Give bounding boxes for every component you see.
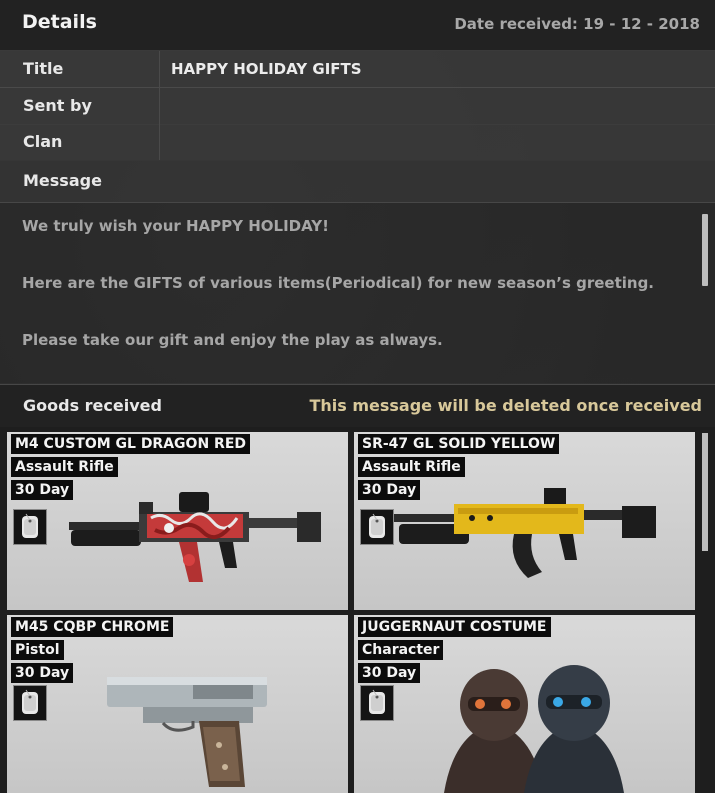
item-duration: 30 Day xyxy=(358,663,421,683)
sent-by-row: Sent by xyxy=(0,88,715,125)
title-row: Title HAPPY HOLIDAY GIFTS xyxy=(0,51,715,88)
title-value: HAPPY HOLIDAY GIFTS xyxy=(171,60,362,78)
message-label: Message xyxy=(23,171,102,190)
dog-tag-icon xyxy=(360,685,394,721)
message-line: Please take our gift and enjoy the play … xyxy=(22,331,443,349)
goods-item-card[interactable]: JUGGERNAUT COSTUME Character 30 Day xyxy=(354,615,695,793)
goods-scrollbar[interactable] xyxy=(702,433,708,551)
dog-tag-icon xyxy=(13,509,47,545)
item-name: M4 CUSTOM GL DRAGON RED xyxy=(11,434,250,454)
item-duration: 30 Day xyxy=(11,663,74,683)
date-received: Date received: 19 - 12 - 2018 xyxy=(454,15,700,33)
goods-label: Goods received xyxy=(23,396,162,415)
message-header: Message xyxy=(0,160,715,203)
item-category: Pistol xyxy=(11,640,64,660)
message-scrollbar[interactable] xyxy=(702,214,708,286)
clan-label: Clan xyxy=(0,124,160,160)
title-label: Title xyxy=(0,51,160,87)
item-name: SR-47 GL SOLID YELLOW xyxy=(358,434,560,454)
details-header: Details Date received: 19 - 12 - 2018 xyxy=(0,0,715,51)
assault-rifle-red-icon xyxy=(69,492,321,582)
mail-details-panel: Details Date received: 19 - 12 - 2018 Ti… xyxy=(0,0,715,793)
item-category: Character xyxy=(358,640,444,660)
item-name: M45 CQBP CHROME xyxy=(11,617,174,637)
goods-item-card[interactable]: M4 CUSTOM GL DRAGON RED Assault Rifle 30… xyxy=(7,432,348,610)
goods-header: Goods received This message will be dele… xyxy=(0,384,715,427)
clan-row: Clan xyxy=(0,124,715,161)
message-line: We truly wish your HAPPY HOLIDAY! xyxy=(22,217,330,235)
dog-tag-icon xyxy=(360,509,394,545)
message-body[interactable]: We truly wish your HAPPY HOLIDAY! Here a… xyxy=(0,203,715,383)
juggernaut-costume-icon xyxy=(444,665,624,793)
item-duration: 30 Day xyxy=(11,480,74,500)
pistol-chrome-icon xyxy=(107,677,267,787)
item-category: Assault Rifle xyxy=(358,457,465,477)
message-line: Here are the GIFTS of various items(Peri… xyxy=(22,274,654,292)
details-title: Details xyxy=(22,11,97,33)
goods-item-card[interactable]: SR-47 GL SOLID YELLOW Assault Rifle 30 D… xyxy=(354,432,695,610)
dog-tag-icon xyxy=(13,685,47,721)
item-name: JUGGERNAUT COSTUME xyxy=(358,617,551,637)
assault-rifle-yellow-icon xyxy=(394,488,656,578)
sent-by-label: Sent by xyxy=(0,88,160,124)
deletion-notice: This message will be deleted once receiv… xyxy=(309,396,702,415)
item-category: Assault Rifle xyxy=(11,457,118,477)
goods-item-card[interactable]: M45 CQBP CHROME Pistol 30 Day xyxy=(7,615,348,793)
